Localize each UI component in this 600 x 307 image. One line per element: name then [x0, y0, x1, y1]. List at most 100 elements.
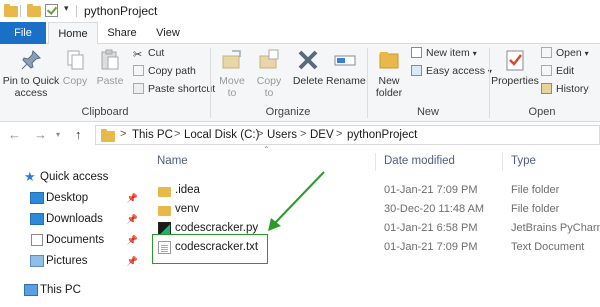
cut-button[interactable]: ✂ Cut	[133, 46, 165, 61]
file-date: 01-Jan-21 7:09 PM	[384, 184, 478, 196]
file-list: Name ⌃ Date modified Type .idea 01-Jan-2…	[145, 145, 600, 307]
delete-x-icon	[296, 48, 320, 72]
forward-icon[interactable]: →	[34, 127, 47, 142]
copy-to-label: Copy to	[256, 75, 282, 99]
file-date: 01-Jan-21 6:58 PM	[384, 222, 478, 234]
new-item-icon	[411, 47, 422, 58]
column-type[interactable]: Type	[511, 155, 536, 167]
breadcrumb-this-pc[interactable]: This PC	[132, 129, 173, 141]
open-button[interactable]: Open ▾	[541, 46, 589, 60]
nav-pictures[interactable]: Pictures 📌	[0, 250, 138, 272]
copy-icon	[63, 48, 87, 72]
paste-shortcut-button[interactable]: Paste shortcut	[133, 82, 215, 96]
breadcrumb-local-disk[interactable]: Local Disk (C:)	[184, 129, 259, 141]
new-item-label: New item	[426, 47, 470, 59]
annotation-arrow-icon	[268, 171, 325, 231]
history-label: History	[556, 83, 589, 95]
rename-label: Rename	[326, 75, 366, 87]
pin-icon[interactable]: 📌	[127, 187, 138, 209]
new-folder-label: New folder	[375, 75, 403, 99]
move-to-button[interactable]: Move to	[214, 48, 250, 99]
paste-button[interactable]: Paste	[93, 48, 127, 87]
rename-button[interactable]: Rename	[326, 48, 366, 87]
pin-icon[interactable]: 📌	[127, 250, 138, 272]
recent-locations-icon[interactable]: ▾	[56, 130, 60, 139]
new-item-button[interactable]: New item ▾	[411, 46, 477, 60]
copy-path-label: Copy path	[148, 65, 196, 77]
folder-icon	[158, 187, 171, 197]
nav-quick-access[interactable]: ★ Quick access	[0, 166, 130, 188]
new-folder-icon	[377, 48, 401, 72]
pictures-icon	[30, 255, 44, 267]
easy-access-button[interactable]: Easy access ▾	[411, 64, 492, 78]
tab-home[interactable]: Home	[48, 22, 98, 45]
address-bar[interactable]: > This PC > Local Disk (C:) > Users > DE…	[95, 125, 600, 145]
properties-button[interactable]: Properties	[490, 48, 540, 87]
copy-label: Copy	[62, 75, 88, 87]
folder-icon	[101, 129, 115, 142]
tab-share[interactable]: Share	[100, 22, 144, 44]
history-button[interactable]: History	[541, 82, 589, 96]
crumb-separator: >	[257, 128, 264, 140]
properties-label: Properties	[491, 75, 539, 87]
nav-this-pc[interactable]: This PC	[0, 279, 130, 301]
copy-to-button[interactable]: Copy to	[252, 48, 286, 99]
file-type: File folder	[511, 184, 560, 196]
easy-access-label: Easy access	[426, 65, 485, 77]
divider	[76, 5, 77, 17]
pin-icon[interactable]: 📌	[127, 208, 138, 230]
column-name[interactable]: Name	[157, 155, 188, 167]
crumb-separator: >	[174, 128, 181, 140]
column-divider[interactable]	[375, 153, 376, 171]
pin-icon[interactable]: 📌	[127, 229, 138, 251]
sort-caret-icon: ⌃	[263, 145, 270, 154]
paste-label: Paste	[96, 75, 124, 87]
file-date: 30-Dec-20 11:48 AM	[384, 203, 485, 215]
customize-quick-access-arrow[interactable]: ▾	[64, 3, 69, 14]
download-icon	[30, 213, 44, 225]
copy-path-icon	[133, 65, 144, 76]
file-row[interactable]: venv 30-Dec-20 11:48 AM File folder	[145, 200, 600, 219]
pin-icon	[19, 48, 43, 72]
properties-icon	[503, 48, 527, 72]
copy-path-button[interactable]: Copy path	[133, 64, 196, 78]
properties-check-icon[interactable]	[45, 4, 58, 17]
new-folder-quick-icon[interactable]	[27, 4, 41, 17]
nav-downloads[interactable]: Downloads 📌	[0, 208, 138, 230]
paste-shortcut-icon	[133, 83, 144, 94]
breadcrumb-users[interactable]: Users	[267, 129, 297, 141]
file-type: File folder	[511, 203, 560, 215]
star-icon: ★	[24, 169, 36, 184]
delete-label: Delete	[292, 75, 324, 87]
paste-icon	[98, 48, 122, 72]
nav-documents[interactable]: Documents 📌	[0, 229, 138, 251]
pin-quick-access-button[interactable]: Pin to Quick access	[2, 48, 60, 99]
file-name: venv	[175, 203, 200, 215]
folder-icon	[158, 206, 171, 216]
up-icon[interactable]: ↑	[75, 127, 82, 142]
tab-view[interactable]: View	[148, 22, 188, 44]
column-divider[interactable]	[502, 153, 503, 171]
file-date: 01-Jan-21 7:09 PM	[384, 241, 478, 253]
cut-label: Cut	[148, 47, 165, 59]
downloads-label: Downloads	[46, 213, 103, 225]
nav-desktop[interactable]: Desktop 📌	[0, 187, 138, 209]
edit-button[interactable]: Edit	[541, 64, 574, 78]
breadcrumb-dev[interactable]: DEV	[310, 129, 334, 141]
copy-button[interactable]: Copy	[60, 48, 90, 87]
this-pc-label: This PC	[40, 284, 81, 296]
tab-file[interactable]: File	[0, 22, 46, 44]
documents-label: Documents	[46, 234, 105, 246]
copy-to-icon	[257, 48, 281, 72]
delete-button[interactable]: Delete	[290, 48, 326, 87]
edit-label: Edit	[556, 65, 575, 77]
open-label: Open	[556, 47, 582, 59]
navigation-pane: ★ Quick access Desktop 📌 Downloads 📌 Doc…	[0, 147, 145, 307]
address-bar-row: ← → ▾ ↑ > This PC > Local Disk (C:) > Us…	[0, 123, 600, 147]
breadcrumb-python-project[interactable]: pythonProject	[347, 129, 417, 141]
column-date-modified[interactable]: Date modified	[384, 155, 455, 167]
file-row[interactable]: .idea 01-Jan-21 7:09 PM File folder	[145, 181, 600, 200]
new-folder-button[interactable]: New folder	[370, 48, 408, 99]
back-icon[interactable]: ←	[8, 127, 21, 142]
divider	[20, 5, 21, 17]
